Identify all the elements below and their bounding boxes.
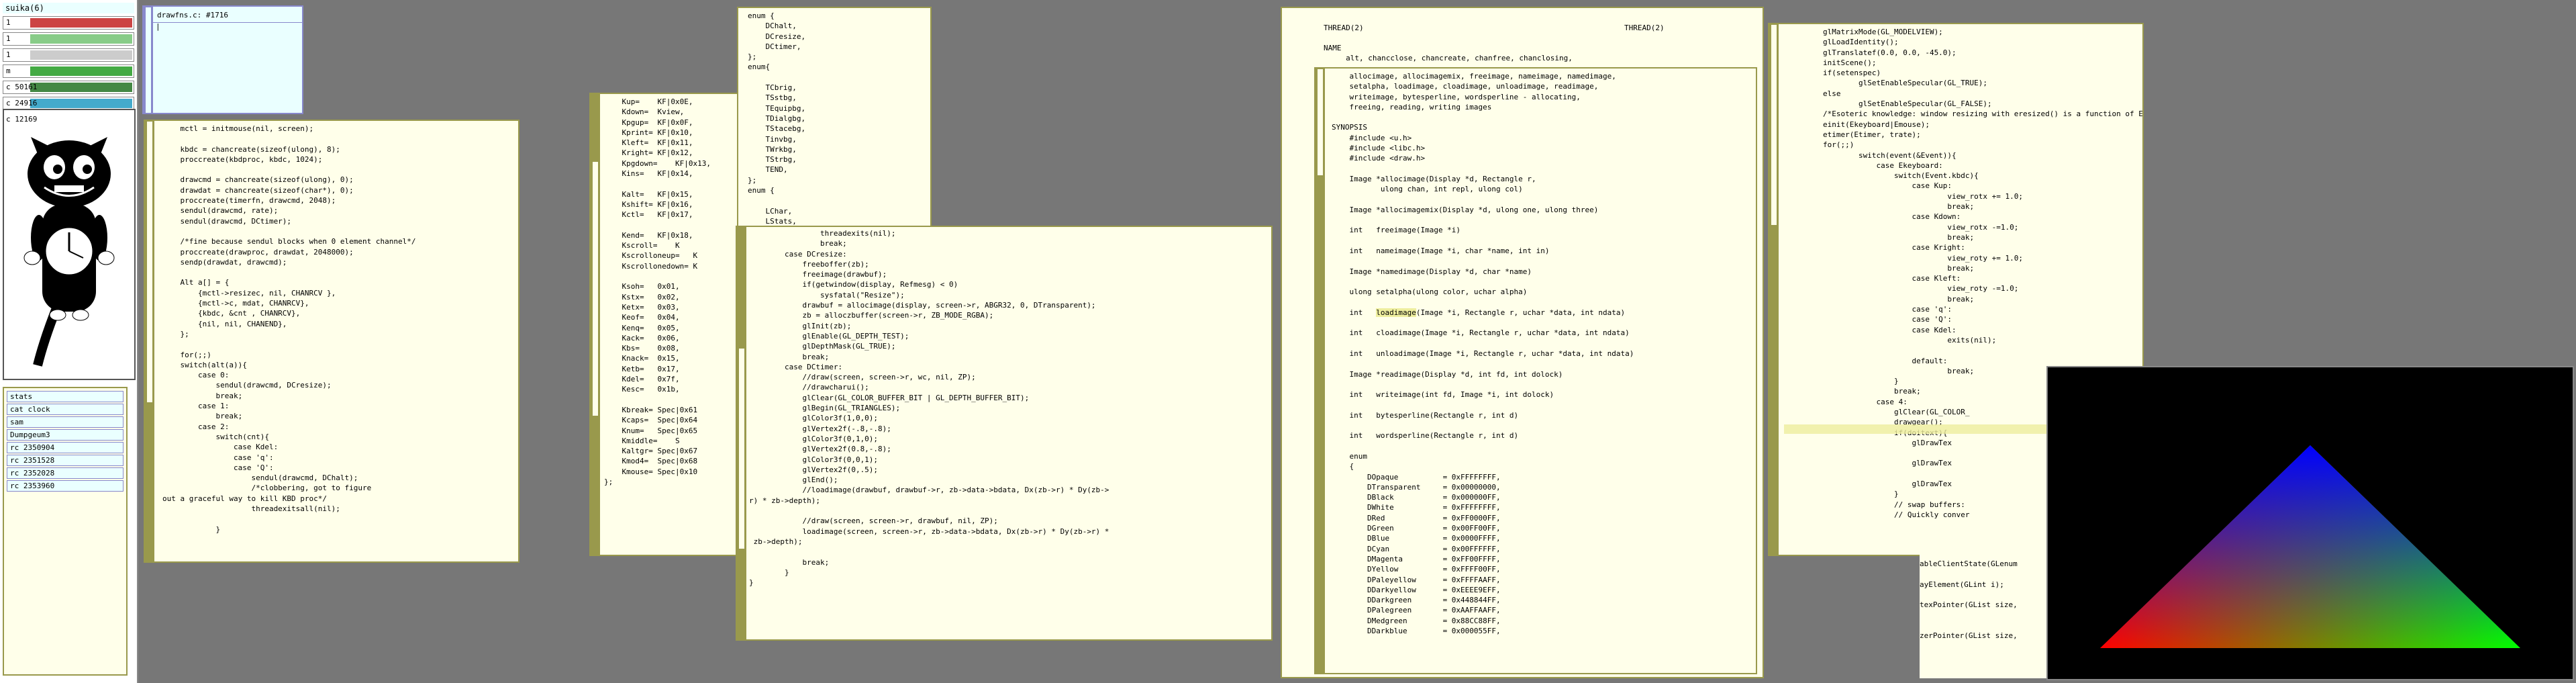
stat-label: m bbox=[6, 66, 11, 75]
stat-label: c 12169 bbox=[6, 115, 38, 124]
editor-window-drawproc[interactable]: threadexits(nil); break; case DCresize: … bbox=[736, 226, 1273, 641]
window-body[interactable]: | bbox=[156, 21, 160, 32]
scrollbar[interactable] bbox=[591, 94, 600, 555]
scrollbar[interactable] bbox=[145, 121, 154, 561]
code-text[interactable]: enum { DChalt, DCresize, DCtimer, }; enu… bbox=[748, 11, 805, 227]
stats-title: suika(6) bbox=[3, 3, 134, 13]
stat-bar bbox=[30, 83, 132, 92]
window-list-item[interactable]: Dumpgeum3 bbox=[7, 429, 123, 441]
triangle-blue-overlay bbox=[2100, 445, 2520, 648]
window-list-item[interactable]: rc 2353960 bbox=[7, 480, 123, 492]
scrollbar[interactable] bbox=[737, 227, 746, 639]
scrollbar[interactable] bbox=[1316, 69, 1325, 673]
scrollbar[interactable] bbox=[144, 7, 153, 113]
window-list-item[interactable]: sam bbox=[7, 416, 123, 428]
stat-bar bbox=[30, 34, 132, 44]
window-tag[interactable]: drawfns.c: #1716 bbox=[153, 8, 302, 23]
stats-panel: suika(6) 1 1 1 m c 50161 c 24916 c 12169 sta… bbox=[0, 0, 138, 683]
scrollbar[interactable] bbox=[1769, 24, 1779, 555]
window-list-item[interactable]: cat clock bbox=[7, 404, 123, 415]
code-text[interactable]: threadexits(nil); break; case DCresize: … bbox=[749, 228, 1109, 588]
editor-window-keyboard[interactable]: Kup= KF|0x0E, Kdown= Kview, Kpgup= KF|0x… bbox=[589, 93, 750, 556]
code-text[interactable]: mctl = initmouse(nil, screen); kbdc = ch… bbox=[162, 124, 416, 535]
stat-row: 1 bbox=[3, 48, 134, 62]
editor-window-enums[interactable]: enum { DChalt, DCresize, DCtimer, }; enu… bbox=[737, 7, 932, 228]
stat-row: c 24916 bbox=[3, 97, 134, 110]
stat-row: 1 bbox=[3, 32, 134, 46]
window-list-item[interactable]: stats bbox=[7, 391, 123, 402]
stat-label: c 24916 bbox=[6, 99, 38, 107]
code-text[interactable]: ableClientState(GLenum ayElement(GLint i… bbox=[1920, 559, 2018, 641]
stat-row: 1 bbox=[3, 16, 134, 30]
drawfns-window[interactable]: drawfns.c: #1716 | bbox=[142, 5, 303, 114]
code-text[interactable]: Kup= KF|0x0E, Kdown= Kview, Kpgup= KF|0x… bbox=[604, 97, 711, 487]
man-header-left: THREAD(2) bbox=[1324, 24, 1364, 32]
man-header-right: THREAD(2) bbox=[1624, 24, 1665, 32]
man-text[interactable]: NAME alt, chancclose, chancreate, chanfr… bbox=[1324, 43, 1573, 64]
gl-render-window[interactable] bbox=[2046, 366, 2574, 680]
manpage-window-allocimage[interactable]: allocimage, allocimagemix, freeimage, na… bbox=[1314, 67, 1757, 674]
window-list-item[interactable]: rc 2350904 bbox=[7, 442, 123, 453]
window-list: stats cat clock sam Dumpgeum3 rc 2350904 rc 2… bbox=[3, 387, 128, 676]
stat-label: 1 bbox=[6, 18, 11, 27]
stat-label: c 50161 bbox=[6, 83, 38, 91]
stat-row: c 50161 bbox=[3, 81, 134, 94]
selected-text[interactable]: loadimage bbox=[1376, 308, 1416, 317]
selection-highlight bbox=[1784, 424, 2066, 434]
stat-row: m bbox=[3, 64, 134, 78]
window-list-item[interactable]: rc 2352028 bbox=[7, 467, 123, 479]
editor-window-main[interactable]: mctl = initmouse(nil, screen); kbdc = ch… bbox=[144, 120, 519, 563]
rgb-triangle bbox=[2100, 445, 2520, 648]
cat-clock-window[interactable] bbox=[3, 109, 136, 380]
stat-label: 1 bbox=[6, 34, 11, 43]
stat-label: 1 bbox=[6, 50, 11, 59]
editor-window-tail[interactable]: ableClientState(GLenum ayElement(GLint i… bbox=[1920, 553, 2054, 678]
man-text[interactable]: allocimage, allocimagemix, freeimage, na… bbox=[1332, 71, 1634, 636]
stat-bar bbox=[30, 66, 132, 76]
window-list-item[interactable]: rc 2351528 bbox=[7, 455, 123, 466]
stat-bar bbox=[30, 99, 132, 108]
cat-clock-icon bbox=[23, 137, 115, 367]
stat-bar bbox=[30, 50, 132, 60]
stat-bar bbox=[30, 18, 132, 28]
